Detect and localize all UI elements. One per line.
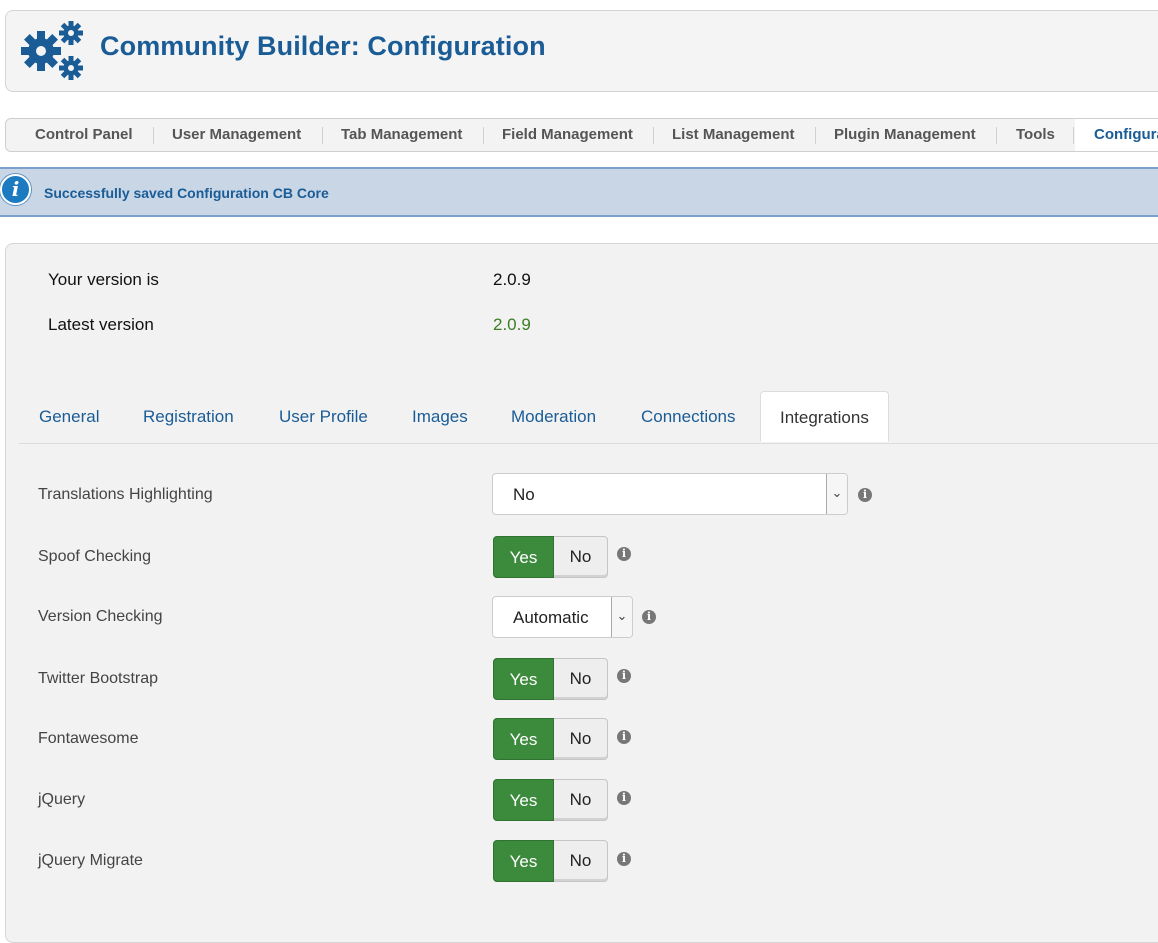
config-tabs: General Registration User Profile Images… — [19, 391, 1158, 444]
tab-connections[interactable]: Connections — [641, 391, 736, 442]
nav-plugin-management[interactable]: Plugin Management — [834, 119, 976, 151]
alert-message: Successfully saved Configuration CB Core — [44, 185, 329, 201]
info-icon[interactable]: i — [617, 547, 631, 561]
nav-separator — [653, 127, 654, 144]
nav-list-management[interactable]: List Management — [672, 119, 795, 151]
info-icon[interactable]: i — [617, 730, 631, 744]
nav-tab-management[interactable]: Tab Management — [341, 119, 462, 151]
jquery-no[interactable]: No — [554, 779, 608, 821]
nav-tools[interactable]: Tools — [1016, 119, 1055, 151]
chevron-down-icon: ⌄ — [826, 474, 847, 514]
spoof-checking-yes[interactable]: Yes — [493, 536, 554, 578]
twitter-bootstrap-toggle: Yes No — [493, 658, 608, 700]
configuration-panel: Your version is 2.0.9 Latest version 2.0… — [5, 243, 1158, 943]
jquery-migrate-toggle: Yes No — [493, 840, 608, 882]
spoof-checking-toggle: Yes No — [493, 536, 608, 578]
twitter-bootstrap-no[interactable]: No — [554, 658, 608, 700]
your-version-label: Your version is — [48, 270, 159, 289]
info-icon[interactable]: i — [642, 610, 656, 624]
nav-separator — [322, 127, 323, 144]
tab-registration[interactable]: Registration — [143, 391, 234, 442]
version-checking-select[interactable]: Automatic ⌄ — [492, 596, 633, 638]
select-value: No — [513, 485, 535, 504]
page-title: Community Builder: Configuration — [100, 31, 546, 61]
nav-configuration[interactable]: Configura — [1075, 119, 1158, 151]
jquery-migrate-yes[interactable]: Yes — [493, 840, 554, 882]
page-header: Community Builder: Configuration — [5, 10, 1158, 92]
twitter-bootstrap-yes[interactable]: Yes — [493, 658, 554, 700]
info-icon[interactable]: i — [617, 852, 631, 866]
nav-user-management[interactable]: User Management — [172, 119, 301, 151]
version-checking-label: Version Checking — [38, 608, 163, 625]
select-value: Automatic — [513, 608, 589, 627]
jquery-label: jQuery — [38, 791, 86, 808]
latest-version-value: 2.0.9 — [493, 315, 531, 334]
top-navigation: Control Panel User Management Tab Manage… — [5, 118, 1158, 152]
jquery-migrate-label: jQuery Migrate — [38, 852, 143, 869]
nav-control-panel[interactable]: Control Panel — [35, 119, 133, 151]
nav-separator — [996, 127, 997, 144]
tab-user-profile[interactable]: User Profile — [279, 391, 368, 442]
twitter-bootstrap-label: Twitter Bootstrap — [38, 670, 159, 687]
latest-version-label: Latest version — [48, 315, 154, 334]
nav-separator — [815, 127, 816, 144]
nav-field-management[interactable]: Field Management — [502, 119, 633, 151]
info-icon[interactable]: i — [617, 791, 631, 805]
translations-highlighting-label: Translations Highlighting — [38, 486, 213, 503]
tab-integrations[interactable]: Integrations — [760, 391, 889, 442]
tab-images[interactable]: Images — [412, 391, 468, 442]
jquery-migrate-no[interactable]: No — [554, 840, 608, 882]
success-alert: i Successfully saved Configuration CB Co… — [0, 167, 1158, 217]
nav-separator — [483, 127, 484, 144]
fontawesome-yes[interactable]: Yes — [493, 718, 554, 760]
fontawesome-toggle: Yes No — [493, 718, 608, 760]
chevron-down-icon: ⌄ — [611, 597, 632, 637]
tab-general[interactable]: General — [39, 391, 99, 442]
fontawesome-label: Fontawesome — [38, 730, 139, 747]
nav-separator — [1073, 127, 1074, 144]
jquery-yes[interactable]: Yes — [493, 779, 554, 821]
info-icon[interactable]: i — [617, 669, 631, 683]
tab-moderation[interactable]: Moderation — [511, 391, 596, 442]
spoof-checking-no[interactable]: No — [554, 536, 608, 578]
gears-icon — [21, 21, 83, 80]
your-version-value: 2.0.9 — [493, 270, 531, 289]
jquery-toggle: Yes No — [493, 779, 608, 821]
nav-separator — [153, 127, 154, 144]
translations-highlighting-select[interactable]: No ⌄ — [492, 473, 848, 515]
info-icon[interactable]: i — [858, 488, 872, 502]
spoof-checking-label: Spoof Checking — [38, 548, 151, 565]
fontawesome-no[interactable]: No — [554, 718, 608, 760]
info-icon: i — [0, 174, 31, 205]
